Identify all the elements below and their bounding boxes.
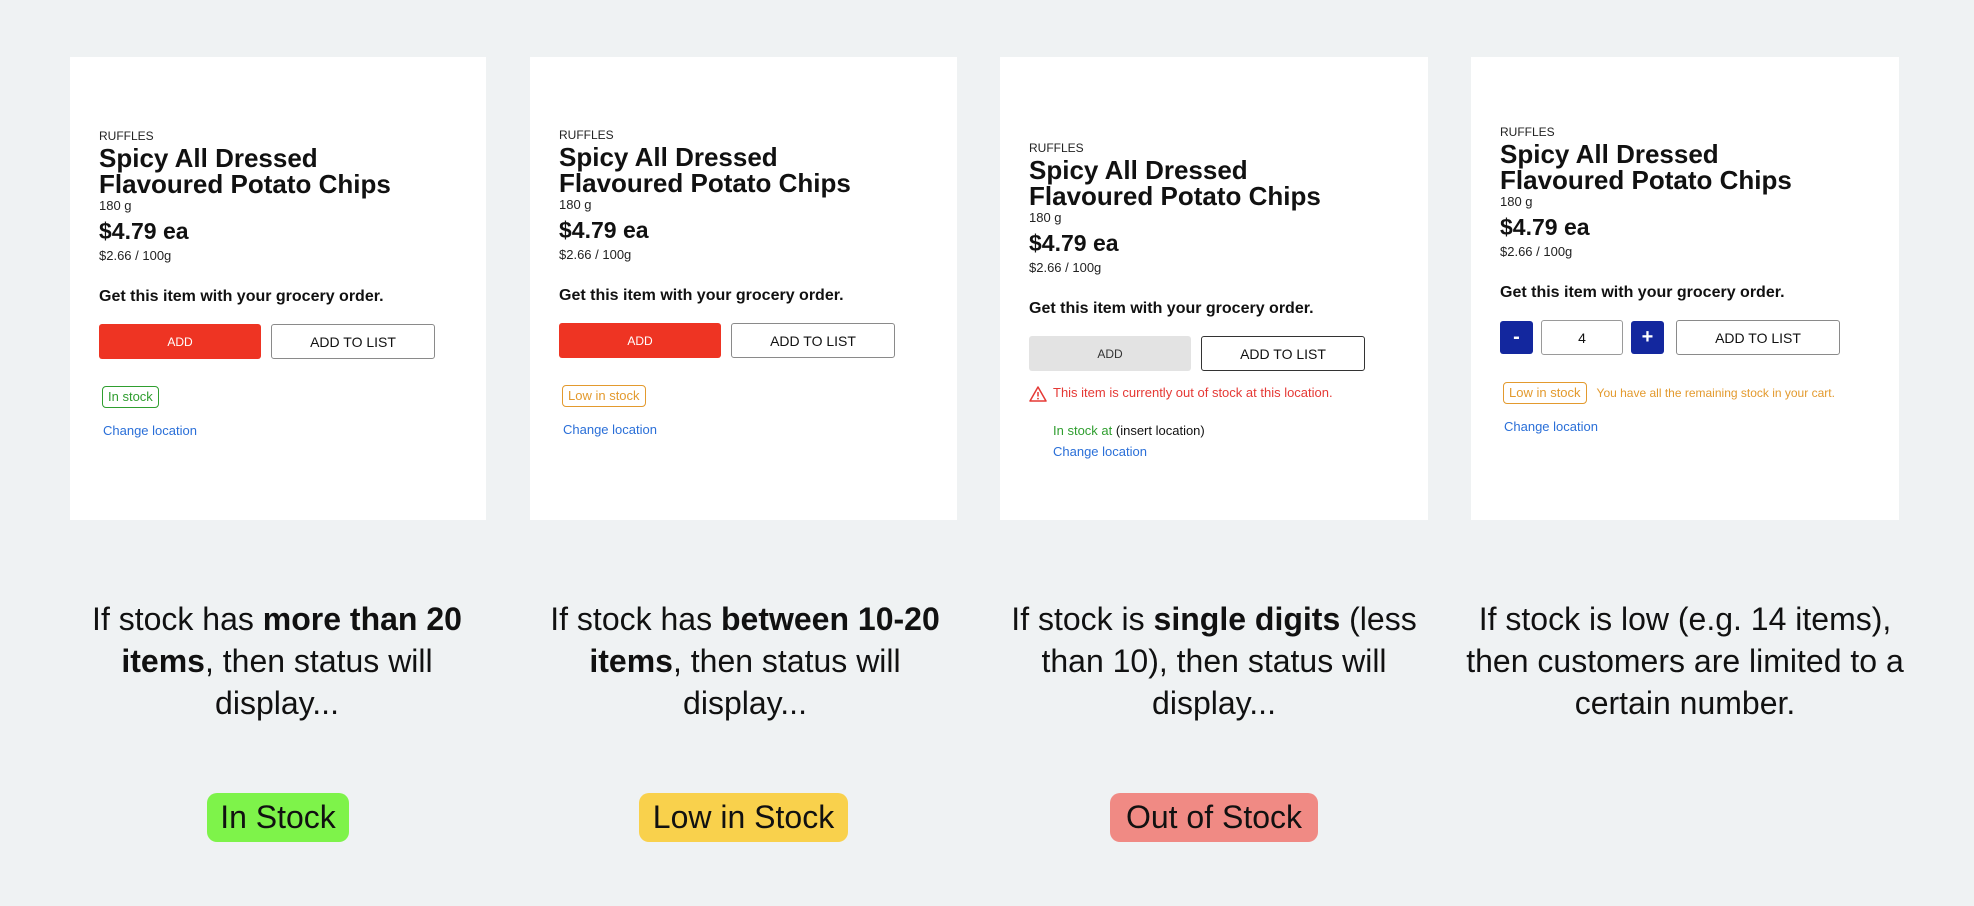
product-title: Spicy All Dressed Flavoured Potato Chips (99, 143, 391, 199)
stock-status-badge: Low in stock (1503, 382, 1587, 404)
add-button[interactable]: ADD (99, 324, 261, 359)
decrement-button[interactable]: - (1500, 321, 1533, 354)
product-size: 180 g (1500, 194, 1533, 209)
out-of-stock-pill: Out of Stock (1110, 793, 1318, 842)
description-limited: If stock is low (e.g. 14 items), then cu… (1466, 601, 1904, 721)
add-to-list-button[interactable]: ADD TO LIST (1676, 320, 1840, 355)
product-unit-price: $2.66 / 100g (1029, 260, 1102, 275)
change-location-link[interactable]: Change location (103, 423, 197, 438)
add-to-list-button[interactable]: ADD TO LIST (731, 323, 895, 358)
description-low-stock: If stock has between 10-20 items, then s… (550, 601, 940, 721)
cart-limit-note: You have all the remaining stock in your… (1596, 386, 1835, 400)
product-unit-price: $2.66 / 100g (559, 247, 632, 262)
increment-button[interactable]: + (1631, 321, 1664, 354)
add-button-disabled: ADD (1029, 336, 1191, 371)
product-card-limited: RUFFLES Spicy All Dressed Flavoured Pota… (1471, 57, 1899, 520)
in-stock-pill: In Stock (207, 793, 349, 842)
product-title: Spicy All Dressed Flavoured Potato Chips (1500, 139, 1792, 195)
promo-text: Get this item with your grocery order. (559, 287, 844, 304)
product-card-out-of-stock: RUFFLES Spicy All Dressed Flavoured Pota… (1000, 57, 1428, 520)
product-price: $4.79 ea (1500, 214, 1590, 240)
promo-text: Get this item with your grocery order. (1029, 300, 1314, 317)
quantity-input[interactable]: 4 (1541, 320, 1623, 355)
product-title: Spicy All Dressed Flavoured Potato Chips (559, 142, 851, 198)
product-unit-price: $2.66 / 100g (99, 248, 172, 263)
promo-text: Get this item with your grocery order. (1500, 284, 1785, 301)
promo-text: Get this item with your grocery order. (99, 288, 384, 305)
description-in-stock: If stock has more than 20 items, then st… (92, 601, 462, 721)
stock-status-badge: Low in stock (562, 385, 646, 407)
store-location: (insert location) (1115, 423, 1205, 438)
warning-icon (1029, 385, 1047, 403)
change-location-link[interactable]: Change location (1053, 444, 1147, 459)
product-brand: RUFFLES (559, 128, 614, 142)
product-size: 180 g (1029, 210, 1062, 225)
product-size: 180 g (99, 198, 132, 213)
low-in-stock-pill: Low in Stock (639, 793, 848, 842)
description-out-of-stock: If stock is single digits (less than 10)… (1011, 601, 1417, 721)
product-price: $4.79 ea (559, 217, 649, 243)
product-price: $4.79 ea (1029, 230, 1119, 256)
product-size: 180 g (559, 197, 592, 212)
product-title: Spicy All Dressed Flavoured Potato Chips (1029, 155, 1321, 211)
product-card-low-stock: RUFFLES Spicy All Dressed Flavoured Pota… (530, 57, 957, 520)
product-unit-price: $2.66 / 100g (1500, 244, 1573, 259)
product-price: $4.79 ea (99, 218, 189, 244)
in-stock-at-label: In stock at (1053, 423, 1113, 438)
change-location-link[interactable]: Change location (563, 422, 657, 437)
product-brand: RUFFLES (1500, 125, 1555, 139)
out-of-stock-warning: This item is currently out of stock at t… (1053, 385, 1333, 400)
add-to-list-button[interactable]: ADD TO LIST (271, 324, 435, 359)
product-card-in-stock: RUFFLES Spicy All Dressed Flavoured Pota… (70, 57, 486, 520)
stock-status-badge: In stock (102, 386, 159, 408)
product-brand: RUFFLES (99, 129, 154, 143)
change-location-link[interactable]: Change location (1504, 419, 1598, 434)
add-button[interactable]: ADD (559, 323, 721, 358)
add-to-list-button[interactable]: ADD TO LIST (1201, 336, 1365, 371)
product-brand: RUFFLES (1029, 141, 1084, 155)
